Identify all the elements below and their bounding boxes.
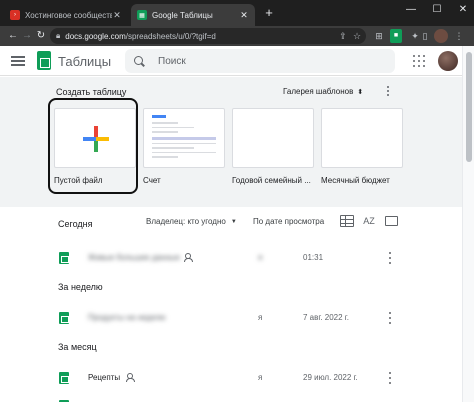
file-owner: я [258,373,263,382]
browser-toolbar: ← → ↻ 🔒︎ docs.google.com/spreadsheets/u/… [0,26,474,46]
owner-filter-dropdown[interactable]: Владелец: кто угодно ▼ [146,217,237,226]
list-item[interactable]: Рецепты я 29 июл. 2022 г. [0,368,462,388]
row-more-icon[interactable] [386,251,394,265]
browser-menu-icon[interactable]: ⋮ [452,29,466,43]
reload-icon[interactable]: ↻ [34,29,48,43]
minimize-button[interactable]: — [400,3,422,17]
spreadsheet-icon [59,312,69,324]
browser-tab-strip: › Хостинговое сообщество «Тим... ✕ ▦ Goo… [0,0,474,26]
list-item[interactable]: Живые большие данные я 01:31 [0,248,462,268]
account-avatar[interactable] [438,51,458,71]
app-title[interactable]: Таблицы [58,54,111,69]
template-gallery-toggle[interactable]: Галерея шаблонов ⬍ [283,87,363,96]
list-item[interactable]: Продукты на неделю я 7 авг. 2022 г. [0,308,462,328]
profile-avatar[interactable] [434,29,448,43]
extension-icon[interactable]: ■ [390,29,402,43]
shared-icon [126,373,136,382]
search-placeholder: Поиск [158,55,186,67]
template-monthly-budget[interactable]: Месячный бюджет [321,108,403,185]
sheets-favicon-icon: ▦ [137,10,147,20]
browser-tab-sheets[interactable]: ▦ Google Таблицы ✕ [131,4,255,26]
back-arrow-icon[interactable]: ← [6,29,20,43]
scrollbar-thumb[interactable] [466,52,472,162]
close-window-button[interactable]: ✕ [452,3,474,17]
hosting-favicon-icon: › [10,10,20,20]
app-header: Таблицы Поиск [0,46,474,76]
sort-az-icon[interactable]: AZ [362,215,376,227]
address-bar[interactable]: 🔒︎ docs.google.com/spreadsheets/u/0/?tgi… [50,28,366,44]
template-label: Счет [143,176,161,185]
browser-tab-hosting[interactable]: › Хостинговое сообщество «Тим... ✕ [4,4,128,26]
file-date: 29 июл. 2022 г. [303,373,358,382]
sidebar-icon[interactable]: ▯ [418,29,432,43]
template-gallery-label: Галерея шаблонов [283,87,354,96]
list-item[interactable] [0,396,462,402]
bookmark-star-icon[interactable]: ☆ [350,29,364,43]
tab-close-icon[interactable]: ✕ [112,10,122,21]
scrollbar[interactable] [462,46,474,402]
new-tab-button[interactable]: + [262,6,276,20]
file-date: 01:31 [303,253,324,262]
google-apps-icon[interactable] [413,55,425,67]
main-menu-icon[interactable] [11,54,25,68]
template-thumbnail [143,108,225,168]
file-name: Рецепты [88,373,121,382]
url-text: docs.google.com/spreadsheets/u/0/?tgif=d [65,31,216,41]
gallery-more-icon[interactable] [383,85,393,97]
template-thumbnail [232,108,314,168]
search-icon [134,55,145,67]
template-family-year[interactable]: Годовой семейный ... [232,108,314,185]
spreadsheet-icon [59,372,69,384]
spreadsheet-icon [59,252,69,264]
section-week: За неделю [58,282,103,292]
row-more-icon[interactable] [386,371,394,385]
share-icon[interactable]: ⇪ [336,29,350,43]
template-label: Месячный бюджет [321,176,390,185]
forward-arrow-icon[interactable]: → [20,29,34,43]
row-more-icon[interactable] [386,311,394,325]
grid-view-icon[interactable] [340,215,354,227]
lock-icon: 🔒︎ [56,31,61,40]
section-today: Сегодня [58,219,93,229]
shared-icon [184,253,194,262]
file-owner: я [258,313,263,322]
tab-title: Google Таблицы [152,10,213,20]
tab-close-icon[interactable]: ✕ [239,10,249,21]
extension-puzzle-icon[interactable]: ⊞ [372,29,386,43]
file-owner: я [258,253,263,262]
chevron-up-down-icon: ⬍ [357,88,364,96]
folder-icon[interactable] [385,216,398,226]
template-invoice[interactable]: Счет [143,108,225,185]
file-date: 7 авг. 2022 г. [303,313,349,322]
template-thumbnail [321,108,403,168]
tab-title: Хостинговое сообщество «Тим... [25,10,112,20]
template-label: Годовой семейный ... [232,176,311,185]
file-name: Продукты на неделю [88,313,166,322]
maximize-button[interactable]: ☐ [426,3,448,17]
owner-filter-label: Владелец: кто угодно [146,217,226,226]
sheets-logo-icon[interactable] [37,51,51,70]
search-input[interactable]: Поиск [125,49,395,73]
section-month: За месяц [58,342,97,352]
caret-down-icon: ▼ [230,218,237,225]
sort-by-button[interactable]: По дате просмотра [253,217,324,226]
file-name: Живые большие данные [88,253,180,262]
highlight-frame [48,98,138,194]
gallery-heading: Создать таблицу [56,87,127,97]
